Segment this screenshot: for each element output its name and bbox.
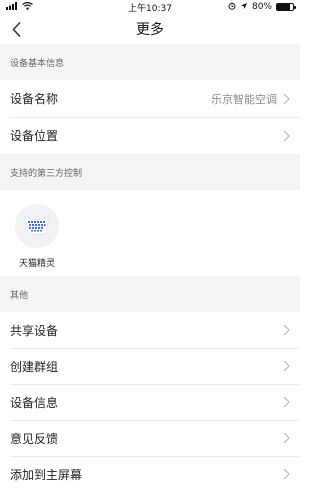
back-button[interactable] [4, 17, 28, 41]
section-header-third-party: 支持的第三方控制 [0, 154, 300, 190]
chevron-right-icon [283, 468, 290, 480]
battery-icon [276, 3, 296, 11]
add-to-home-label: 添加到主屏幕 [10, 467, 83, 482]
section-header-basic-info: 设备基本信息 [0, 44, 300, 80]
tmall-genie-item[interactable]: 天猫精灵 [14, 204, 60, 269]
create-group-label: 创建群组 [10, 359, 59, 374]
chevron-right-icon [283, 360, 290, 372]
other-list: 共享设备 创建群组 设备信息 意见反馈 添加到主屏幕 [0, 312, 300, 492]
device-name-row[interactable]: 设备名称 乐京智能空调 [0, 80, 300, 117]
battery-fill [277, 4, 290, 10]
status-time: 上午10:37 [128, 4, 172, 14]
device-location-row[interactable]: 设备位置 [0, 117, 300, 154]
chevron-right-icon [283, 396, 290, 408]
nav-bar: 更多 [0, 14, 300, 44]
chevron-left-icon [12, 21, 20, 37]
device-location-label: 设备位置 [10, 129, 59, 143]
tmall-genie-label: 天猫精灵 [18, 259, 55, 269]
chevron-right-icon [283, 432, 290, 444]
status-bar: 上午10:37 80% [0, 0, 300, 14]
add-to-home-row[interactable]: 添加到主屏幕 [0, 456, 300, 492]
device-info-row[interactable]: 设备信息 [0, 384, 300, 420]
tmall-genie-icon [15, 204, 59, 248]
create-group-row[interactable]: 创建群组 [0, 348, 300, 384]
share-device-label: 共享设备 [10, 323, 59, 338]
chevron-right-icon [283, 324, 290, 336]
section-header-other: 其他 [0, 276, 300, 312]
third-party-control-list: 天猫精灵 [0, 190, 300, 276]
feedback-row[interactable]: 意见反馈 [0, 420, 300, 456]
feedback-label: 意见反馈 [10, 431, 59, 446]
device-name-label: 设备名称 [10, 92, 59, 106]
basic-info-list: 设备名称 乐京智能空调 设备位置 [0, 80, 300, 154]
device-info-label: 设备信息 [10, 395, 59, 410]
device-name-value: 乐京智能空调 [211, 92, 277, 106]
share-device-row[interactable]: 共享设备 [0, 312, 300, 348]
chevron-right-icon [283, 130, 290, 141]
device-location-right [283, 130, 290, 142]
chevron-right-icon [283, 93, 290, 104]
device-name-right: 乐京智能空调 [211, 91, 290, 107]
page-title: 更多 [136, 22, 164, 38]
